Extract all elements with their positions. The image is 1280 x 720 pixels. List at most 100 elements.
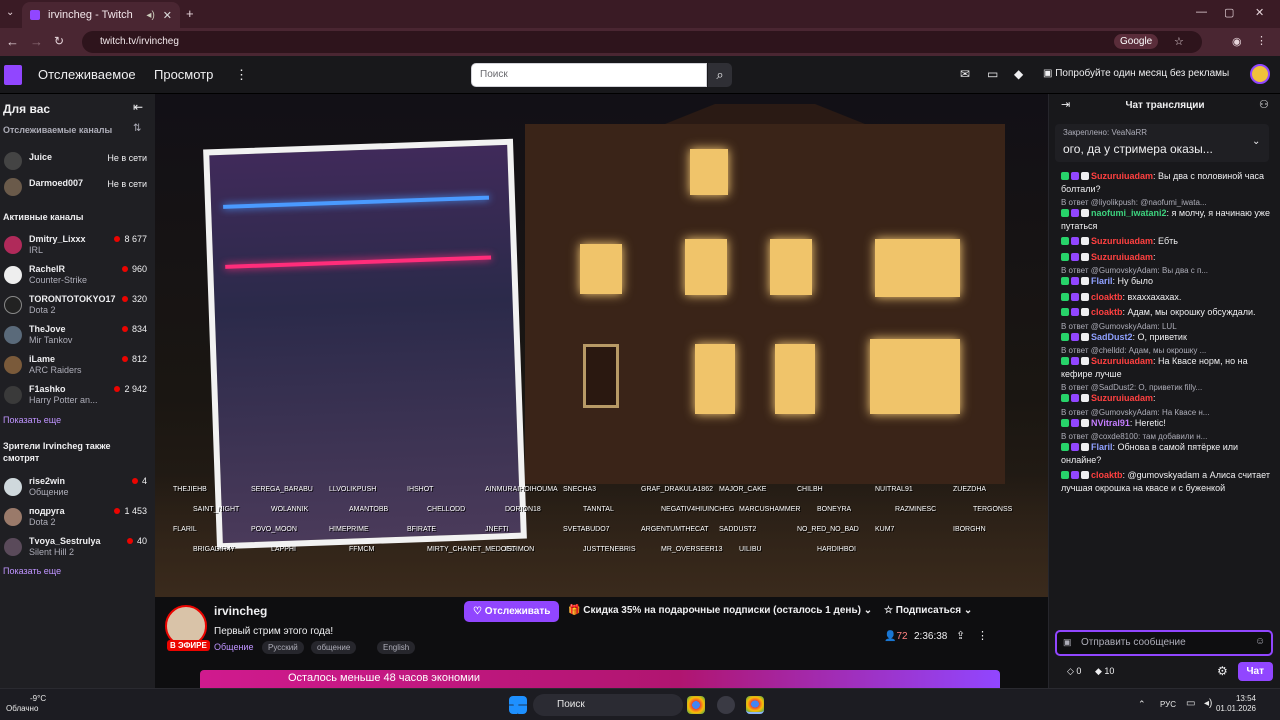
- chat-badge-icon[interactable]: [1071, 394, 1079, 402]
- sidebar-item-rise2win[interactable]: rise2win Общение 4: [0, 474, 155, 504]
- crown-icon[interactable]: ◆: [1014, 67, 1023, 81]
- chrome-icon[interactable]: [687, 696, 705, 714]
- sidebar-item-podruga[interactable]: подруга Dota 2 1 453: [0, 504, 155, 534]
- chat-badge-icon[interactable]: [1071, 443, 1079, 451]
- sidebar-item-thejove[interactable]: TheJove Mir Tankov 834: [0, 322, 155, 352]
- tag[interactable]: общение: [311, 641, 357, 654]
- chat-badge-icon[interactable]: [1061, 277, 1069, 285]
- nav-following[interactable]: Отслеживаемое: [38, 67, 136, 82]
- chat-badge-icon[interactable]: [1081, 471, 1089, 479]
- pinned-message[interactable]: Закреплено: VeaNaRR ого, да у стримера о…: [1055, 124, 1269, 162]
- chat-reply-context[interactable]: В ответ @SadDust2: О, приветик filly...: [1061, 383, 1273, 392]
- share-icon[interactable]: ⇪: [956, 629, 965, 642]
- sort-icon[interactable]: ⇅: [133, 123, 141, 134]
- emoji-icon[interactable]: ☺: [1255, 636, 1265, 647]
- chat-badge-icon[interactable]: [1081, 394, 1089, 402]
- nav-browse[interactable]: Просмотр: [154, 67, 213, 82]
- sidebar-item-rachelr[interactable]: RachelR Counter-Strike 960: [0, 262, 155, 292]
- chat-badge-icon[interactable]: [1081, 292, 1089, 301]
- chat-username[interactable]: cloaktb: [1091, 307, 1123, 317]
- chat-username[interactable]: Suzuruiuadam: [1091, 252, 1153, 262]
- follow-button[interactable]: ♡ Отслеживать: [464, 601, 560, 622]
- tab-list-icon[interactable]: ⌄: [6, 7, 14, 18]
- chat-input[interactable]: Отправить сообщение: [1055, 630, 1273, 656]
- chat-badge-icon[interactable]: [1081, 357, 1089, 365]
- chat-badge-icon[interactable]: [1071, 357, 1079, 365]
- chat-username[interactable]: naofumi_iwatani2: [1091, 208, 1167, 218]
- chat-username[interactable]: cloaktb: [1091, 470, 1123, 480]
- menu-icon[interactable]: ⋮: [1256, 34, 1267, 47]
- start-icon[interactable]: [509, 696, 527, 714]
- chat-reply-context[interactable]: В ответ @GumovskyAdam: На Квасе н...: [1061, 408, 1273, 417]
- browser-tab[interactable]: irvincheg - Twitch ◂) ✕: [22, 2, 180, 28]
- tag[interactable]: English: [377, 641, 416, 654]
- more-options-icon[interactable]: ⋮: [977, 629, 988, 642]
- chat-badge-icon[interactable]: [1081, 252, 1089, 261]
- subscribe-button[interactable]: ☆ Подписаться ⌄: [884, 605, 972, 616]
- video-player[interactable]: THEJIEHB SEREGA_BARABU LLVOLIKPUSH IHSHOT AI…: [155, 94, 1048, 597]
- taskbar-search[interactable]: Поиск: [533, 694, 683, 716]
- clock[interactable]: 13:54 01.01.2026: [1216, 694, 1256, 714]
- profile-icon[interactable]: ◉: [1232, 35, 1242, 48]
- chat-username[interactable]: Suzuruiuadam: [1091, 171, 1153, 181]
- chat-badge-icon[interactable]: [1081, 277, 1089, 285]
- stream-category[interactable]: Общение: [214, 642, 253, 652]
- search-icon[interactable]: ⌕: [708, 63, 732, 87]
- new-tab-icon[interactable]: +: [186, 6, 194, 21]
- sidebar-item-ilame[interactable]: iLame ARC Raiders 812: [0, 352, 155, 382]
- chevron-down-icon[interactable]: ⌄: [1252, 136, 1260, 147]
- chat-badge-icon[interactable]: [1071, 308, 1079, 316]
- chat-send-button[interactable]: Чат: [1237, 662, 1273, 681]
- chat-reply-context[interactable]: В ответ @GumovskyAdam: LUL: [1061, 322, 1273, 331]
- chat-badge-icon[interactable]: [1061, 252, 1069, 261]
- promo-banner[interactable]: Осталось меньше 48 часов экономии: [200, 670, 1000, 688]
- sidebar-item-torontotokyo17[interactable]: TORONTOTOKYO17 Dota 2 320: [0, 292, 155, 322]
- search-input[interactable]: Поиск: [471, 63, 707, 87]
- channel-name[interactable]: irvincheg: [214, 604, 267, 618]
- maximize-icon[interactable]: ▢: [1224, 6, 1234, 19]
- chat-badge-icon[interactable]: [1061, 308, 1069, 316]
- close-tab-icon[interactable]: ✕: [163, 9, 172, 22]
- minimize-icon[interactable]: —: [1196, 6, 1207, 18]
- chat-badge-icon[interactable]: [1081, 209, 1089, 217]
- chat-badge-icon[interactable]: [1061, 418, 1069, 427]
- chat-username[interactable]: Flaril: [1091, 276, 1113, 286]
- chat-badge-icon[interactable]: [1081, 172, 1089, 180]
- chat-badge-icon[interactable]: [1061, 394, 1069, 402]
- chat-badge-icon[interactable]: [1081, 308, 1089, 316]
- activity-feed-icon[interactable]: ▭: [987, 67, 998, 81]
- chat-reply-context[interactable]: В ответ @GumovskyAdam: Вы два с п...: [1061, 266, 1273, 275]
- chat-reply-context[interactable]: В ответ @chelldd: Адам, мы окрошку ...: [1061, 346, 1273, 355]
- chat-badge-icon[interactable]: [1071, 209, 1079, 217]
- sidebar-item-dmitry-lixxx[interactable]: Dmitry_Lixxx IRL 8 677: [0, 232, 155, 262]
- twitch-logo-icon[interactable]: [4, 65, 22, 85]
- chat-badge-icon[interactable]: [1061, 471, 1069, 479]
- chat-badge-icon[interactable]: [1071, 292, 1079, 301]
- mail-icon[interactable]: ✉: [960, 67, 970, 81]
- collapse-sidebar-icon[interactable]: ⇤: [133, 100, 143, 114]
- chat-username[interactable]: Suzuruiuadam: [1091, 236, 1153, 246]
- chat-badge-icon[interactable]: [1071, 237, 1079, 245]
- gift-sub-offer[interactable]: 🎁 Скидка 35% на подарочные подписки (ост…: [568, 605, 872, 616]
- community-icon[interactable]: ⚇: [1259, 98, 1269, 111]
- network-icon[interactable]: ▭: [1186, 698, 1195, 709]
- show-more-link[interactable]: Показать еще: [3, 415, 61, 425]
- weather-widget[interactable]: -9°C Облачно: [6, 694, 46, 714]
- chat-username[interactable]: cloaktb: [1091, 292, 1123, 302]
- ad-free-promo[interactable]: ▣ Попробуйте один месяц без рекламы: [1043, 68, 1229, 79]
- close-window-icon[interactable]: ✕: [1255, 6, 1264, 19]
- chat-badge-icon[interactable]: [1071, 332, 1079, 341]
- url-field[interactable]: twitch.tv/irvincheg: [82, 31, 1202, 53]
- chat-badge-icon[interactable]: [1061, 172, 1069, 180]
- sidebar-item-darmoed007[interactable]: Darmoed007 Не в сети: [0, 174, 155, 204]
- chat-badge-icon[interactable]: [1061, 237, 1069, 245]
- chat-badge-icon[interactable]: [1081, 443, 1089, 451]
- chat-badge-icon[interactable]: [1061, 443, 1069, 451]
- more-icon[interactable]: ⋮: [235, 67, 248, 83]
- chat-reply-context[interactable]: В ответ @coxde8100: там добавили н...: [1061, 432, 1273, 441]
- chat-badge-icon[interactable]: [1081, 237, 1089, 245]
- sidebar-item-f1ashko[interactable]: F1ashko Harry Potter an... 2 942: [0, 382, 155, 412]
- app-icon[interactable]: [717, 696, 735, 714]
- chat-username[interactable]: NVitral91: [1091, 418, 1130, 428]
- chat-username[interactable]: SadDust2: [1091, 332, 1133, 342]
